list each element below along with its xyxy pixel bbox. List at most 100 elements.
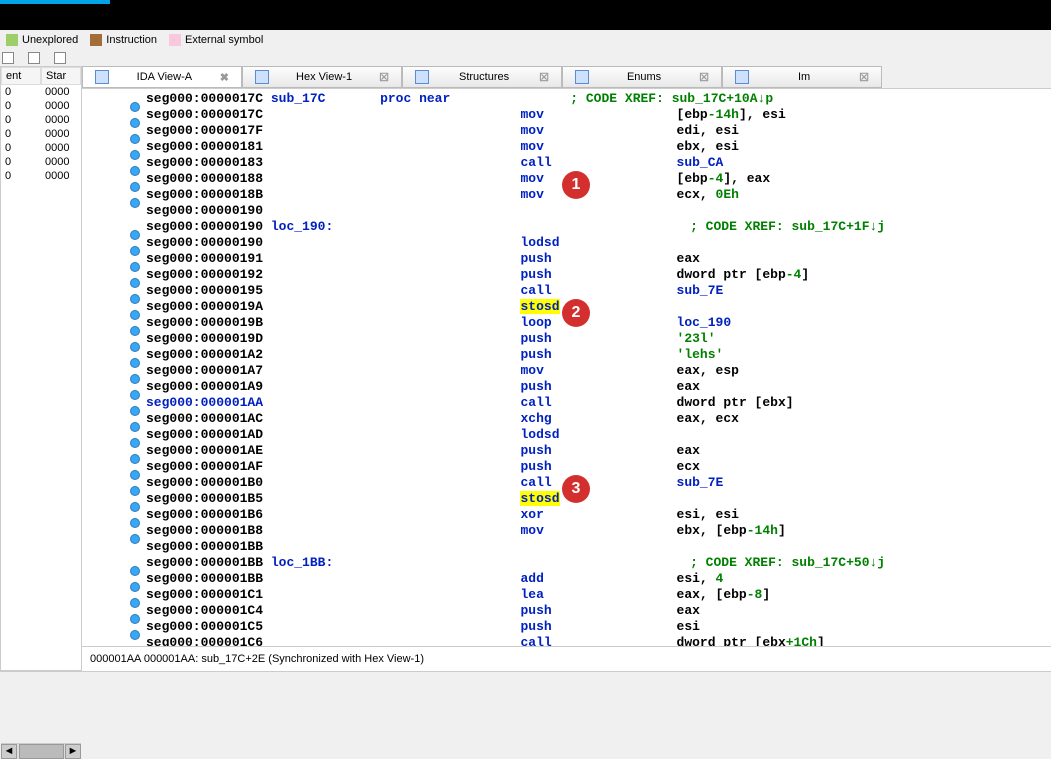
breakpoint-dot[interactable]: [130, 150, 140, 160]
panel-max-btn[interactable]: [28, 52, 40, 64]
functions-row[interactable]: 00000: [1, 99, 81, 113]
breakpoint-dot[interactable]: [130, 342, 140, 352]
tab-ida-view-a[interactable]: IDA View-A✖: [82, 66, 242, 88]
functions-row[interactable]: 00000: [1, 127, 81, 141]
disasm-line[interactable]: seg000:000001A2 push 'lehs': [82, 347, 1051, 363]
tab-label: Structures: [435, 71, 533, 83]
disassembly-view[interactable]: seg000:0000017C sub_17C proc near; CODE …: [82, 89, 1051, 646]
functions-pane[interactable]: ent Star 0000000000000000000000000000000…: [0, 66, 82, 671]
tab-close-icon[interactable]: ☒: [539, 71, 549, 84]
disasm-line[interactable]: seg000:000001AA call dword ptr [ebx]: [82, 395, 1051, 411]
disasm-line[interactable]: seg000:00000192 push dword ptr [ebp-4]: [82, 267, 1051, 283]
breakpoint-dot[interactable]: [130, 294, 140, 304]
disasm-line[interactable]: seg000:00000190 lodsd: [82, 235, 1051, 251]
tab-enums[interactable]: Enums ☒: [562, 66, 722, 88]
disasm-line[interactable]: seg000:000001BB: [82, 539, 1051, 555]
external-label: External symbol: [185, 34, 263, 46]
status-line: 000001AA 000001AA: sub_17C+2E (Synchroni…: [82, 646, 1051, 671]
functions-row[interactable]: 00000: [1, 85, 81, 99]
disasm-line[interactable]: seg000:000001AD lodsd: [82, 427, 1051, 443]
breakpoint-dot[interactable]: [130, 166, 140, 176]
breakpoint-dot[interactable]: [130, 182, 140, 192]
disasm-line[interactable]: seg000:00000190: [82, 203, 1051, 219]
tab-label: Hex View-1: [275, 71, 373, 83]
disasm-line[interactable]: seg000:0000017C mov [ebp-14h], esi: [82, 107, 1051, 123]
disasm-line[interactable]: seg000:0000017C sub_17C proc near; CODE …: [82, 91, 1051, 107]
disasm-line[interactable]: seg000:000001A9 push eax: [82, 379, 1051, 395]
disasm-line[interactable]: seg000:000001C5 push esi: [82, 619, 1051, 635]
breakpoint-dot[interactable]: [130, 278, 140, 288]
breakpoint-dot[interactable]: [130, 134, 140, 144]
breakpoint-dot[interactable]: [130, 630, 140, 640]
disasm-line[interactable]: seg000:00000195 call sub_7E: [82, 283, 1051, 299]
breakpoint-dot[interactable]: [130, 262, 140, 272]
breakpoint-dot[interactable]: [130, 534, 140, 544]
breakpoint-dot[interactable]: [130, 230, 140, 240]
functions-row[interactable]: 00000: [1, 155, 81, 169]
disasm-line[interactable]: seg000:000001B8 mov ebx, [ebp-14h]: [82, 523, 1051, 539]
disasm-line[interactable]: seg000:000001AF push ecx: [82, 459, 1051, 475]
breakpoint-dot[interactable]: [130, 502, 140, 512]
col-start[interactable]: Star: [41, 67, 81, 85]
unexplored-label: Unexplored: [22, 34, 78, 46]
breakpoint-dot[interactable]: [130, 118, 140, 128]
structures-icon: [415, 70, 429, 84]
panel-min-btn[interactable]: [2, 52, 14, 64]
functions-row[interactable]: 00000: [1, 141, 81, 155]
breakpoint-dot[interactable]: [130, 486, 140, 496]
tab-im[interactable]: Im☒: [722, 66, 882, 88]
col-ent[interactable]: ent: [1, 67, 41, 85]
disasm-line[interactable]: seg000:0000019D push '23l': [82, 331, 1051, 347]
disasm-line[interactable]: seg000:000001C1 lea eax, [ebp-8]: [82, 587, 1051, 603]
breakpoint-dot[interactable]: [130, 374, 140, 384]
breakpoint-dot[interactable]: [130, 614, 140, 624]
tab-close-icon[interactable]: ☒: [699, 71, 709, 84]
unexplored-swatch: [6, 34, 18, 46]
disasm-line[interactable]: seg000:000001AC xchg eax, ecx: [82, 411, 1051, 427]
disasm-line[interactable]: seg000:000001BB add esi, 4: [82, 571, 1051, 587]
breakpoint-dot[interactable]: [130, 454, 140, 464]
disasm-line[interactable]: seg000:00000183 call sub_CA: [82, 155, 1051, 171]
disasm-line[interactable]: seg000:000001B6 xor esi, esi: [82, 507, 1051, 523]
tab-close-icon[interactable]: ☒: [859, 71, 869, 84]
tab-close-icon[interactable]: ☒: [379, 71, 389, 84]
disasm-line[interactable]: seg000:00000191 push eax: [82, 251, 1051, 267]
disasm-line[interactable]: seg000:000001BB loc_1BB: ; CODE XREF: su…: [82, 555, 1051, 571]
breakpoint-dot[interactable]: [130, 310, 140, 320]
breakpoint-dot[interactable]: [130, 326, 140, 336]
tab-hex-view-1[interactable]: Hex View-1 ☒: [242, 66, 402, 88]
functions-row[interactable]: 00000: [1, 169, 81, 183]
bottom-strip: [0, 671, 1051, 701]
disasm-line[interactable]: seg000:000001C4 push eax: [82, 603, 1051, 619]
hex-view-icon: [255, 70, 269, 84]
breakpoint-dot[interactable]: [130, 198, 140, 208]
disasm-line[interactable]: seg000:000001AE push eax: [82, 443, 1051, 459]
breakpoint-dot[interactable]: [130, 598, 140, 608]
breakpoint-dot[interactable]: [130, 102, 140, 112]
breakpoint-dot[interactable]: [130, 422, 140, 432]
titlebar: [0, 0, 1051, 30]
breakpoint-dot[interactable]: [130, 566, 140, 576]
breakpoint-dot[interactable]: [130, 438, 140, 448]
breakpoint-dot[interactable]: [130, 470, 140, 480]
tab-label: Enums: [595, 71, 693, 83]
breakpoint-dot[interactable]: [130, 246, 140, 256]
ida-view-icon: [95, 70, 109, 84]
disasm-line[interactable]: seg000:0000017F mov edi, esi: [82, 123, 1051, 139]
functions-row[interactable]: 00000: [1, 113, 81, 127]
annotation-badge: 2: [562, 299, 590, 327]
disasm-line[interactable]: seg000:00000181 mov ebx, esi: [82, 139, 1051, 155]
disasm-line[interactable]: seg000:000001A7 mov eax, esp: [82, 363, 1051, 379]
breakpoint-dot[interactable]: [130, 582, 140, 592]
breakpoint-dot[interactable]: [130, 390, 140, 400]
disasm-line[interactable]: seg000:00000190 loc_190: ; CODE XREF: su…: [82, 219, 1051, 235]
breakpoint-dot[interactable]: [130, 406, 140, 416]
breakpoint-dot[interactable]: [130, 358, 140, 368]
sidepane-scrollbar[interactable]: ◄►: [1, 743, 81, 759]
tab-structures[interactable]: Structures ☒: [402, 66, 562, 88]
tab-close-icon[interactable]: ✖: [220, 71, 229, 84]
disasm-line[interactable]: seg000:000001C6 call dword ptr [ebx+1Ch]: [82, 635, 1051, 646]
breakpoint-dot[interactable]: [130, 518, 140, 528]
imports-icon: [735, 70, 749, 84]
panel-close-btn[interactable]: [54, 52, 66, 64]
